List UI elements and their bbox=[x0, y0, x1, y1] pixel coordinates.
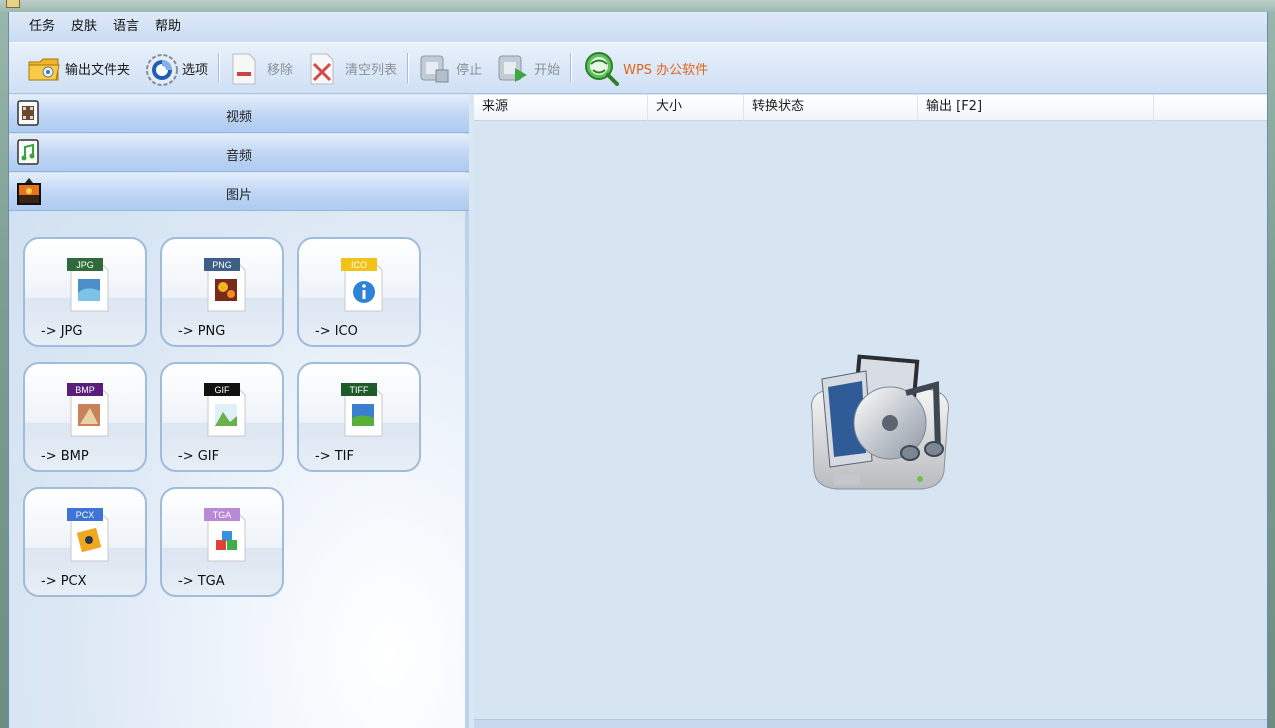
svg-text:TGA: TGA bbox=[213, 510, 232, 520]
toolbar-separator bbox=[570, 53, 572, 83]
tiff-file-icon: TIFF bbox=[340, 382, 386, 438]
format-gif-button[interactable]: GIF -> GIF bbox=[160, 362, 284, 472]
svg-text:TIFF: TIFF bbox=[350, 385, 369, 395]
svg-text:PNG: PNG bbox=[212, 260, 232, 270]
gear-icon bbox=[144, 52, 179, 86]
clear-list-button[interactable]: 清空列表 bbox=[303, 48, 401, 88]
svg-text:GIF: GIF bbox=[215, 385, 231, 395]
format-bmp-button[interactable]: BMP -> BMP bbox=[23, 362, 147, 472]
toolbar-separator bbox=[407, 53, 409, 83]
start-button[interactable]: 开始 bbox=[492, 48, 564, 88]
tga-file-icon: TGA bbox=[203, 507, 249, 563]
window-frame: 任务 皮肤 语言 帮助 输出文件夹 选项 移除 清空列表 停止 开始 WPS 办… bbox=[0, 0, 1275, 728]
category-picture[interactable]: 图片 bbox=[9, 173, 469, 211]
menu-skin[interactable]: 皮肤 bbox=[63, 12, 105, 42]
main-window: 任务 皮肤 语言 帮助 输出文件夹 选项 移除 清空列表 停止 开始 WPS 办… bbox=[8, 12, 1268, 728]
toolbar-separator bbox=[218, 53, 220, 83]
format-ico-button[interactable]: ICO -> ICO bbox=[297, 237, 421, 347]
category-video[interactable]: 视频 bbox=[9, 95, 469, 133]
magnifier-icon bbox=[581, 49, 620, 87]
ico-file-icon: ICO bbox=[340, 257, 386, 313]
wps-office-link[interactable]: WPS 办公软件 bbox=[577, 48, 712, 88]
svg-text:JPG: JPG bbox=[76, 260, 94, 270]
format-pcx-button[interactable]: PCX -> PCX bbox=[23, 487, 147, 597]
png-file-icon: PNG bbox=[203, 257, 249, 313]
format-tga-button[interactable]: TGA -> TGA bbox=[160, 487, 284, 597]
column-empty bbox=[1154, 95, 1267, 121]
status-strip bbox=[474, 719, 1267, 728]
bmp-file-icon: BMP bbox=[66, 382, 112, 438]
folder-icon bbox=[27, 52, 60, 84]
remove-icon bbox=[229, 52, 261, 85]
format-tif-button[interactable]: TIFF -> TIF bbox=[297, 362, 421, 472]
column-status[interactable]: 转换状态 bbox=[744, 95, 918, 121]
column-source[interactable]: 来源 bbox=[474, 95, 648, 121]
menu-help[interactable]: 帮助 bbox=[147, 12, 189, 42]
file-list[interactable] bbox=[474, 121, 1267, 719]
app-icon bbox=[6, 0, 20, 8]
output-folder-button[interactable]: 输出文件夹 bbox=[23, 48, 134, 88]
column-output[interactable]: 输出 [F2] bbox=[918, 95, 1154, 121]
format-png-button[interactable]: PNG -> PNG bbox=[160, 237, 284, 347]
options-button[interactable]: 选项 bbox=[140, 48, 212, 88]
remove-button[interactable]: 移除 bbox=[225, 48, 297, 88]
jpg-file-icon: JPG bbox=[66, 257, 112, 313]
menu-language[interactable]: 语言 bbox=[105, 12, 147, 42]
clear-icon bbox=[307, 52, 339, 85]
stop-button[interactable]: 停止 bbox=[414, 48, 486, 88]
conversion-panel: 视频 音频 图片 JPG -> JPG PNG -> PNG ICO -> IC… bbox=[9, 95, 469, 728]
column-size[interactable]: 大小 bbox=[648, 95, 744, 121]
stop-icon bbox=[418, 52, 450, 84]
play-icon bbox=[496, 52, 528, 84]
format-factory-logo-icon bbox=[794, 351, 964, 501]
format-jpg-button[interactable]: JPG -> JPG bbox=[23, 237, 147, 347]
svg-text:BMP: BMP bbox=[75, 385, 95, 395]
svg-text:PCX: PCX bbox=[76, 510, 95, 520]
gif-file-icon: GIF bbox=[203, 382, 249, 438]
toolbar: 输出文件夹 选项 移除 清空列表 停止 开始 WPS 办公软件 bbox=[9, 42, 1267, 94]
title-bar[interactable] bbox=[0, 0, 1275, 12]
svg-text:ICO: ICO bbox=[351, 260, 367, 270]
file-list-header: 来源 大小 转换状态 输出 [F2] bbox=[474, 95, 1267, 121]
category-audio[interactable]: 音频 bbox=[9, 134, 469, 172]
pcx-file-icon: PCX bbox=[66, 507, 112, 563]
menu-bar: 任务 皮肤 语言 帮助 bbox=[9, 12, 1267, 42]
menu-task[interactable]: 任务 bbox=[21, 12, 63, 42]
